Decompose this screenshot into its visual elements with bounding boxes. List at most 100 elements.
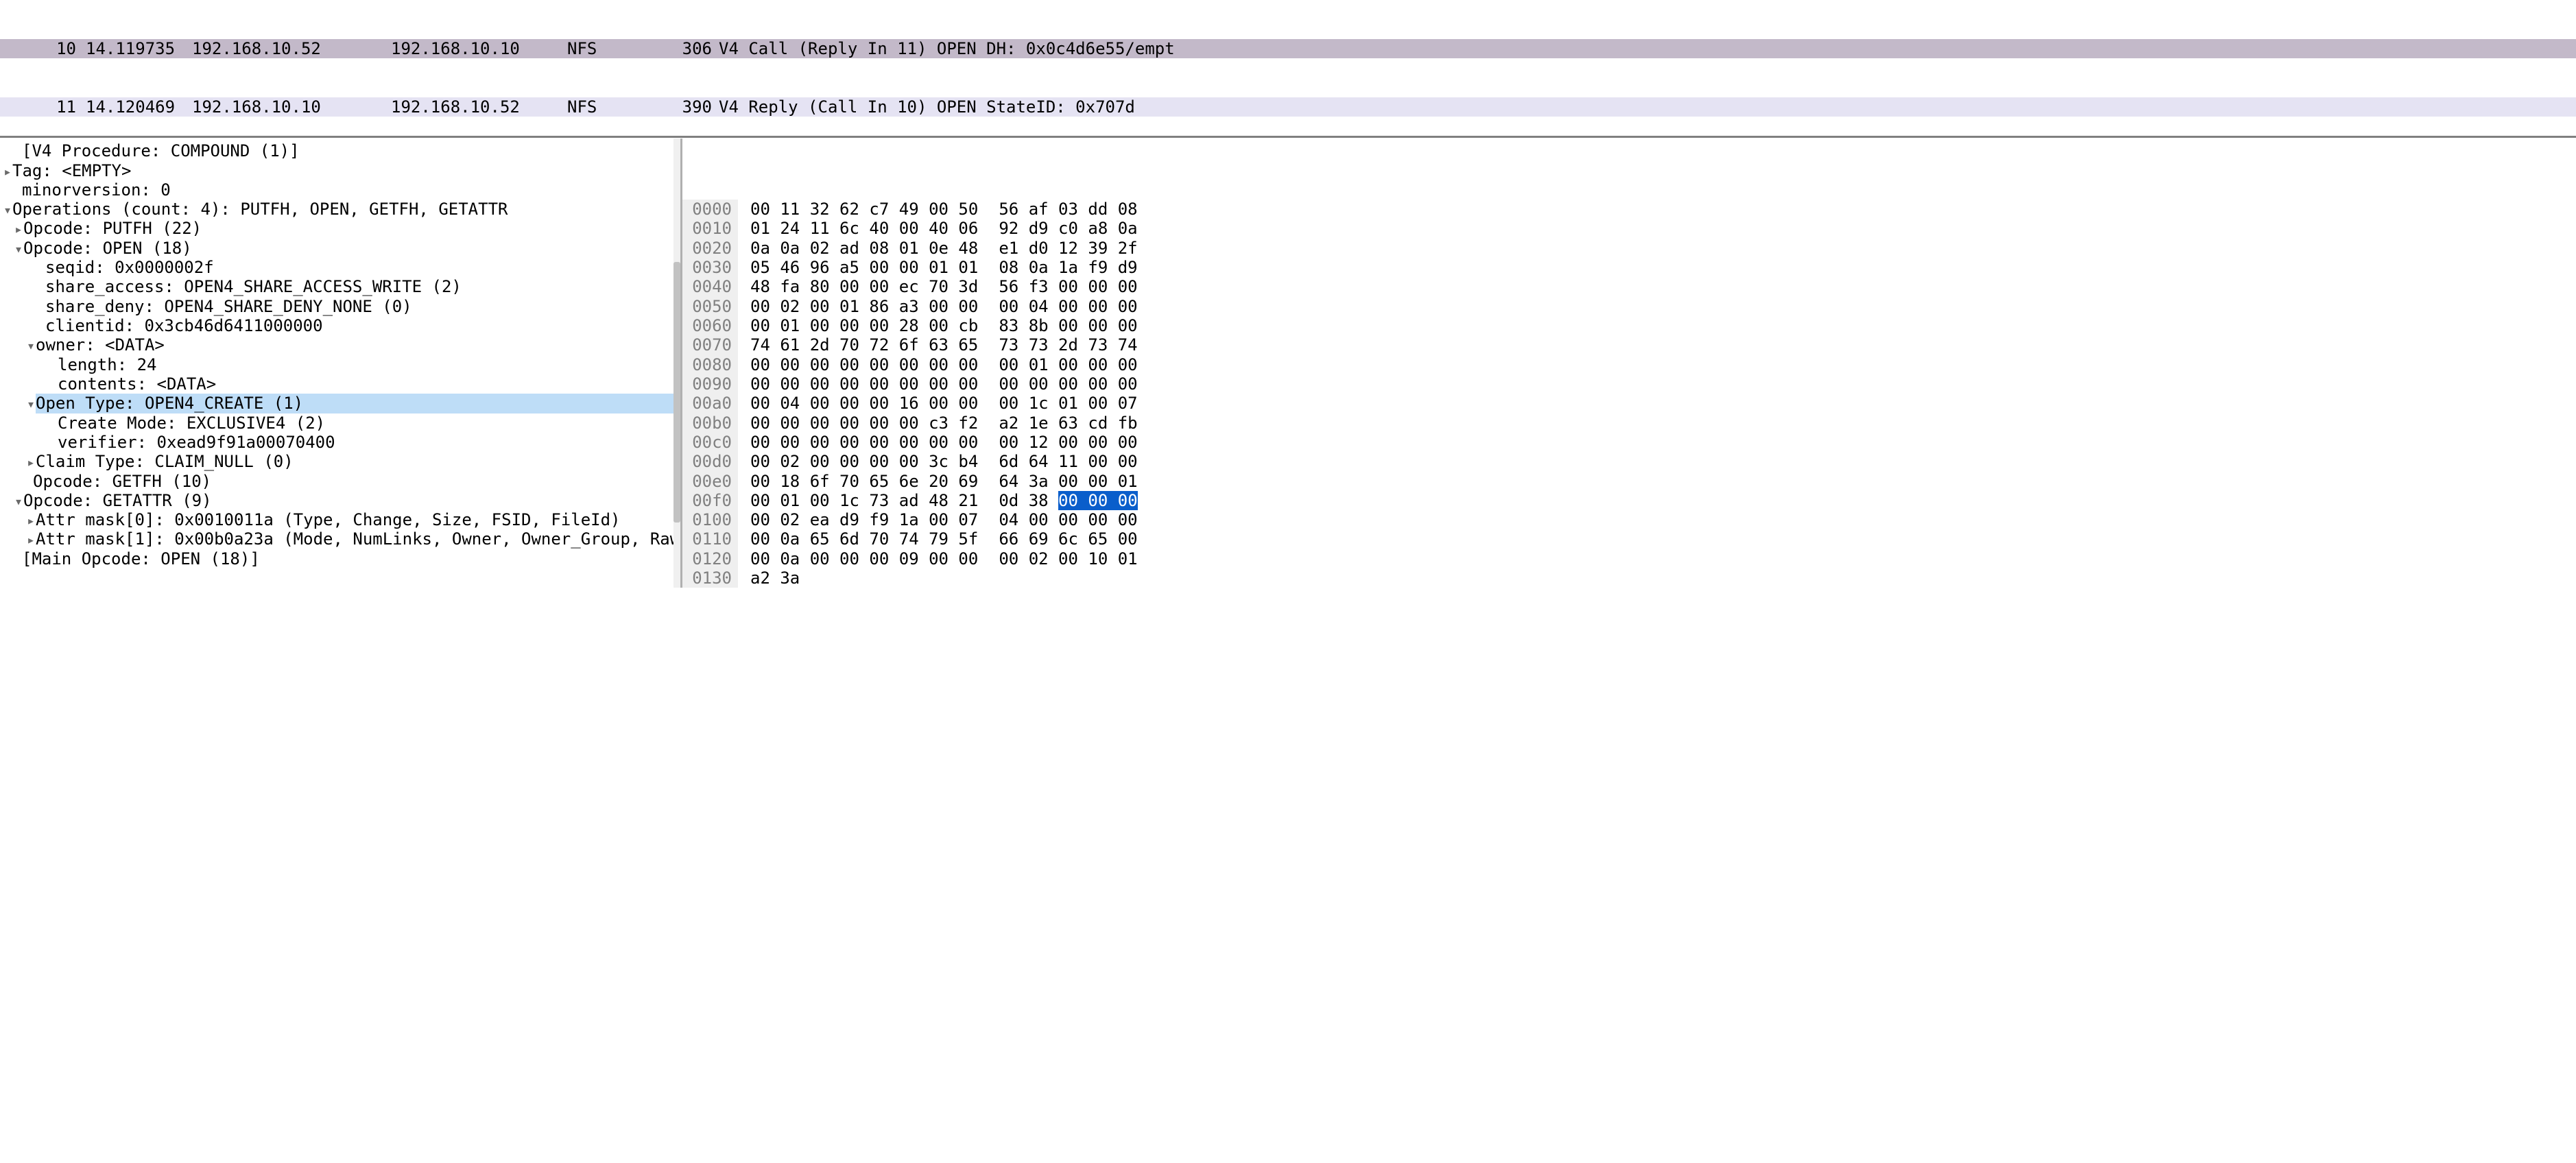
hex-row[interactable]: 00c000 00 00 00 00 00 00 0000 12 00 00 0…: [682, 433, 2576, 452]
hex-bytes[interactable]: 01 24 11 6c 40 00 40 0692 d9 c0 a8 0a: [738, 219, 1138, 238]
expand-arrow-icon[interactable]: [26, 532, 36, 549]
hex-row[interactable]: 006000 01 00 00 00 28 00 cb83 8b 00 00 0…: [682, 316, 2576, 335]
hex-bytes[interactable]: 00 04 00 00 00 16 00 0000 1c 01 00 07: [738, 394, 1138, 413]
hex-bytes-group1: 48 fa 80 00 00 ec 70 3d: [750, 277, 978, 296]
tree-op-putfh[interactable]: Opcode: PUTFH (22): [0, 219, 680, 238]
hex-bytes[interactable]: 00 00 00 00 00 00 c3 f2a2 1e 63 cd fb: [738, 413, 1138, 433]
collapse-arrow-icon[interactable]: [26, 396, 36, 413]
hex-row[interactable]: 009000 00 00 00 00 00 00 0000 00 00 00 0…: [682, 374, 2576, 394]
packet-row[interactable]: 11 14.120469 192.168.10.10 192.168.10.52…: [0, 97, 2576, 117]
hex-row[interactable]: 003005 46 96 a5 00 00 01 0108 0a 1a f9 d…: [682, 258, 2576, 277]
expand-arrow-icon[interactable]: [3, 164, 12, 180]
tree-create-mode[interactable]: Create Mode: EXCLUSIVE4 (2): [0, 413, 680, 433]
col-proto: NFS: [567, 97, 665, 117]
hex-bytes[interactable]: 00 00 00 00 00 00 00 0000 01 00 00 00: [738, 355, 1138, 374]
hex-bytes[interactable]: 05 46 96 a5 00 00 01 0108 0a 1a f9 d9: [738, 258, 1138, 277]
hex-row[interactable]: 00a000 04 00 00 00 16 00 0000 1c 01 00 0…: [682, 394, 2576, 413]
hex-row[interactable]: 00200a 0a 02 ad 08 01 0e 48e1 d0 12 39 2…: [682, 239, 2576, 258]
col-info: V4 Call (Reply In 11) OPEN DH: 0x0c4d6e5…: [719, 39, 2576, 58]
col-proto: NFS: [567, 39, 665, 58]
packet-bytes-pane[interactable]: 000000 11 32 62 c7 49 00 5056 af 03 dd 0…: [680, 139, 2576, 588]
hex-bytes[interactable]: 00 0a 65 6d 70 74 79 5f66 69 6c 65 00: [738, 529, 1138, 549]
expand-arrow-icon[interactable]: [26, 455, 36, 471]
tree-claim-type[interactable]: Claim Type: CLAIM_NULL (0): [0, 452, 680, 471]
hex-bytes[interactable]: 00 02 00 00 00 00 3c b46d 64 11 00 00: [738, 452, 1138, 471]
tree-scrollbar-thumb[interactable]: [673, 262, 680, 523]
hex-row[interactable]: 001001 24 11 6c 40 00 40 0692 d9 c0 a8 0…: [682, 219, 2576, 238]
hex-bytes[interactable]: 00 01 00 00 00 28 00 cb83 8b 00 00 00: [738, 316, 1138, 335]
hex-row[interactable]: 00d000 02 00 00 00 00 3c b46d 64 11 00 0…: [682, 452, 2576, 471]
tree-owner[interactable]: owner: <DATA>: [0, 335, 680, 355]
hex-bytes-group2: 56 af 03 dd 08: [999, 200, 1137, 219]
hex-bytes[interactable]: 00 11 32 62 c7 49 00 5056 af 03 dd 08: [738, 200, 1138, 219]
tree-op-getfh[interactable]: Opcode: GETFH (10): [0, 472, 680, 491]
hex-bytes[interactable]: 00 02 ea d9 f9 1a 00 0704 00 00 00 00: [738, 510, 1138, 529]
hex-bytes[interactable]: 00 0a 00 00 00 09 00 0000 02 00 10 01: [738, 549, 1138, 568]
tree-tag[interactable]: Tag: <EMPTY>: [0, 161, 680, 180]
collapse-arrow-icon[interactable]: [3, 202, 12, 219]
no-arrow-icon: [48, 416, 58, 433]
tree-seqid[interactable]: seqid: 0x0000002f: [0, 258, 680, 277]
hex-row[interactable]: 011000 0a 65 6d 70 74 79 5f66 69 6c 65 0…: [682, 529, 2576, 549]
packet-details-pane[interactable]: [V4 Procedure: COMPOUND (1)] Tag: <EMPTY…: [0, 139, 680, 588]
hex-row[interactable]: 0130a2 3a: [682, 568, 2576, 588]
hex-row[interactable]: 007074 61 2d 70 72 6f 63 6573 73 2d 73 7…: [682, 335, 2576, 355]
hex-bytes-group2: 64 3a 00 00 01: [999, 472, 1137, 491]
tree-op-getattr[interactable]: Opcode: GETATTR (9): [0, 491, 680, 510]
tree-attr-mask0[interactable]: Attr mask[0]: 0x0010011a (Type, Change, …: [0, 510, 680, 529]
hex-bytes-group1: 74 61 2d 70 72 6f 63 65: [750, 335, 978, 355]
expand-arrow-icon[interactable]: [26, 513, 36, 529]
tree-scrollbar[interactable]: [673, 139, 680, 588]
packet-list[interactable]: 10 14.119735 192.168.10.52 192.168.10.10…: [0, 0, 2576, 138]
no-arrow-icon: [12, 183, 22, 200]
hex-bytes[interactable]: 00 01 00 1c 73 ad 48 210d 38 00 00 00: [738, 491, 1138, 510]
hex-bytes-group2: e1 d0 12 39 2f: [999, 239, 1137, 258]
tree-attr-mask1[interactable]: Attr mask[1]: 0x00b0a23a (Mode, NumLinks…: [0, 529, 680, 549]
hex-bytes-group1: 01 24 11 6c 40 00 40 06: [750, 219, 978, 238]
col-len: 390: [665, 97, 719, 117]
expand-arrow-icon[interactable]: [14, 221, 23, 238]
tree-share-deny[interactable]: share_deny: OPEN4_SHARE_DENY_NONE (0): [0, 297, 680, 316]
hex-bytes-group1: 00 0a 65 6d 70 74 79 5f: [750, 529, 978, 549]
col-time: 14.120469: [86, 97, 192, 117]
hex-bytes-group2: 00 01 00 00 00: [999, 355, 1137, 374]
hex-bytes[interactable]: 74 61 2d 70 72 6f 63 6573 73 2d 73 74: [738, 335, 1138, 355]
no-arrow-icon: [36, 300, 45, 316]
tree-clientid[interactable]: clientid: 0x3cb46d6411000000: [0, 316, 680, 335]
hex-bytes-group1: 00 04 00 00 00 16 00 00: [750, 394, 978, 413]
hex-bytes[interactable]: 00 00 00 00 00 00 00 0000 00 00 00 00: [738, 374, 1138, 394]
col-src: 192.168.10.10: [192, 97, 391, 117]
collapse-arrow-icon[interactable]: [14, 494, 23, 510]
hex-row[interactable]: 00e000 18 6f 70 65 6e 20 6964 3a 00 00 0…: [682, 472, 2576, 491]
tree-minorversion[interactable]: minorversion: 0: [0, 180, 680, 200]
col-len: 306: [665, 39, 719, 58]
hex-bytes[interactable]: a2 3a: [738, 568, 800, 588]
tree-share-access[interactable]: share_access: OPEN4_SHARE_ACCESS_WRITE (…: [0, 277, 680, 296]
hex-row[interactable]: 012000 0a 00 00 00 09 00 0000 02 00 10 0…: [682, 549, 2576, 568]
hex-row[interactable]: 008000 00 00 00 00 00 00 0000 01 00 00 0…: [682, 355, 2576, 374]
tree-owner-length[interactable]: length: 24: [0, 355, 680, 374]
hex-bytes[interactable]: 00 02 00 01 86 a3 00 0000 04 00 00 00: [738, 297, 1138, 316]
collapse-arrow-icon[interactable]: [26, 338, 36, 355]
tree-operations[interactable]: Operations (count: 4): PUTFH, OPEN, GETF…: [0, 200, 680, 219]
packet-row[interactable]: 10 14.119735 192.168.10.52 192.168.10.10…: [0, 39, 2576, 58]
hex-row[interactable]: 010000 02 ea d9 f9 1a 00 0704 00 00 00 0…: [682, 510, 2576, 529]
hex-row[interactable]: 000000 11 32 62 c7 49 00 5056 af 03 dd 0…: [682, 200, 2576, 219]
hex-bytes[interactable]: 00 18 6f 70 65 6e 20 6964 3a 00 00 01: [738, 472, 1138, 491]
hex-bytes[interactable]: 48 fa 80 00 00 ec 70 3d 56 f3 00 00 00: [738, 277, 1138, 296]
hex-bytes-group2: 56 f3 00 00 00: [999, 277, 1137, 296]
hex-bytes-group1: 00 01 00 00 00 28 00 cb: [750, 316, 978, 335]
hex-bytes[interactable]: 00 00 00 00 00 00 00 0000 12 00 00 00: [738, 433, 1138, 452]
hex-row[interactable]: 005000 02 00 01 86 a3 00 0000 04 00 00 0…: [682, 297, 2576, 316]
hex-row[interactable]: 00f000 01 00 1c 73 ad 48 210d 38 00 00 0…: [682, 491, 2576, 510]
hex-row[interactable]: 004048 fa 80 00 00 ec 70 3d56 f3 00 00 0…: [682, 277, 2576, 296]
tree-owner-contents[interactable]: contents: <DATA>: [0, 374, 680, 394]
tree-main-opcode[interactable]: [Main Opcode: OPEN (18)]: [0, 549, 680, 568]
tree-open-type[interactable]: Open Type: OPEN4_CREATE (1): [0, 394, 680, 413]
tree-op-open[interactable]: Opcode: OPEN (18): [0, 239, 680, 258]
tree-procedure[interactable]: [V4 Procedure: COMPOUND (1)]: [0, 141, 680, 160]
collapse-arrow-icon[interactable]: [14, 241, 23, 258]
hex-bytes[interactable]: 0a 0a 02 ad 08 01 0e 48e1 d0 12 39 2f: [738, 239, 1138, 258]
tree-verifier[interactable]: verifier: 0xead9f91a00070400: [0, 433, 680, 452]
hex-row[interactable]: 00b000 00 00 00 00 00 c3 f2a2 1e 63 cd f…: [682, 413, 2576, 433]
